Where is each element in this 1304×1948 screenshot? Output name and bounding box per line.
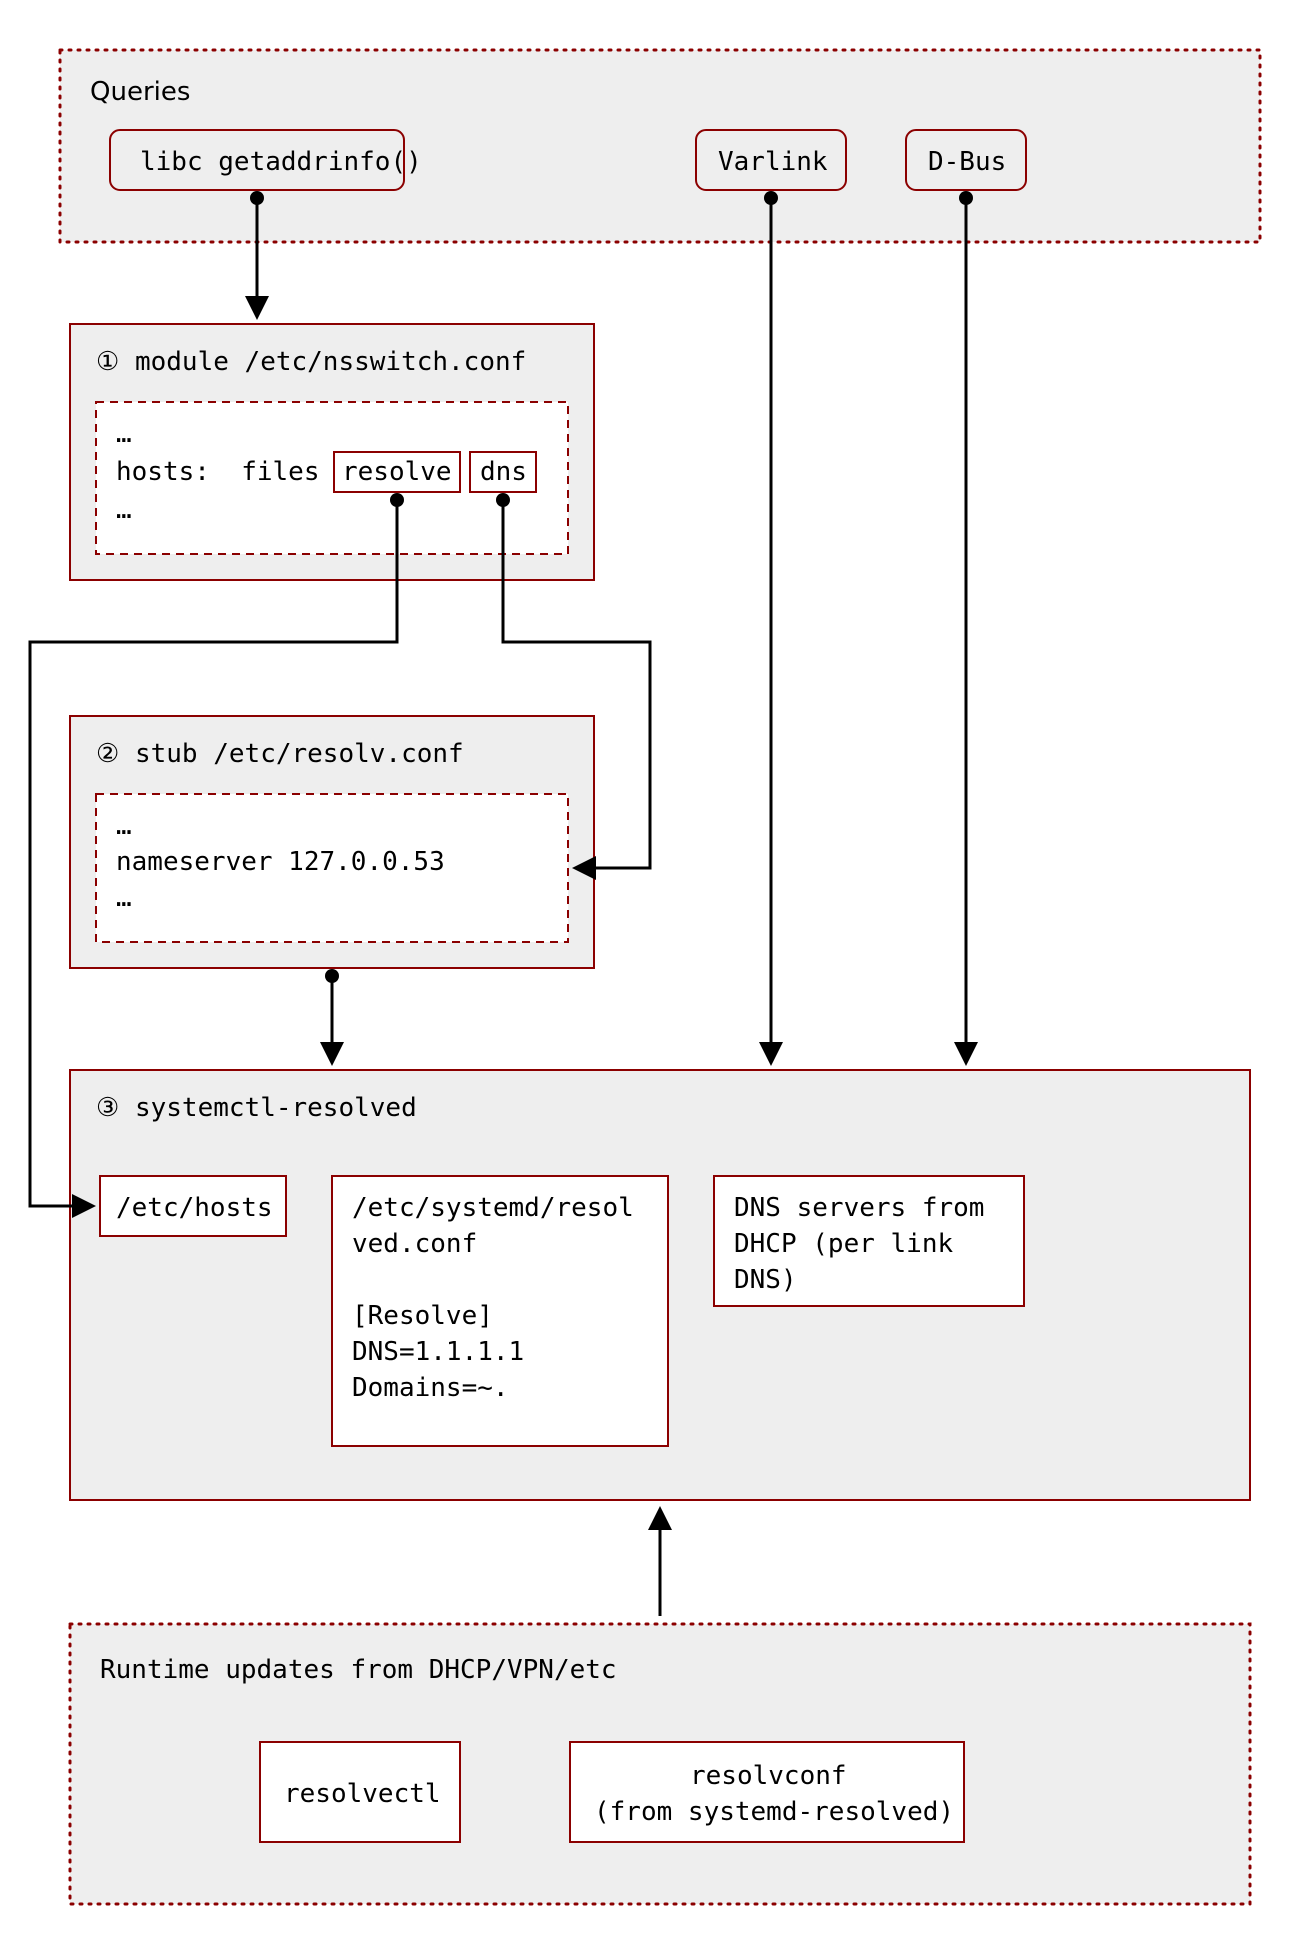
varlink-label: Varlink <box>718 147 828 177</box>
conf-l5: Domains=~. <box>352 1373 509 1403</box>
nsswitch-dns: dns <box>480 457 527 487</box>
edge-dbus-resolved <box>959 191 973 1062</box>
conf-l3: [Resolve] <box>352 1301 493 1331</box>
resolvconf-container: ② stub /etc/resolv.conf … nameserver 127… <box>70 716 594 968</box>
dhcp-l1: DNS servers from <box>734 1193 984 1223</box>
resolvconf-box <box>570 1742 964 1842</box>
resolved-title: ③ systemctl-resolved <box>96 1093 417 1123</box>
libc-label: libc getaddrinfo() <box>140 147 422 177</box>
nsswitch-l3: … <box>116 495 132 525</box>
resolvconf-l2: nameserver 127.0.0.53 <box>116 847 445 877</box>
queries-container: Queries libc getaddrinfo() Varlink D-Bus <box>60 50 1260 242</box>
conf-l1: /etc/systemd/resol <box>352 1193 634 1223</box>
dhcp-l2: DHCP (per link <box>734 1229 953 1259</box>
resolvconf-l1: resolvconf <box>690 1761 847 1791</box>
dhcp-l3: DNS) <box>734 1265 797 1295</box>
nsswitch-container: ① module /etc/nsswitch.conf … hosts: fil… <box>70 324 594 580</box>
nsswitch-l2a: hosts: files <box>116 457 335 487</box>
conf-l4: DNS=1.1.1.1 <box>352 1337 524 1367</box>
resolved-container: ③ systemctl-resolved /etc/hosts /etc/sys… <box>70 1070 1250 1500</box>
dbus-label: D-Bus <box>928 147 1006 177</box>
resolvconf-l1: … <box>116 811 132 841</box>
hosts-label: /etc/hosts <box>116 1193 273 1223</box>
resolvectl-label: resolvectl <box>284 1779 441 1809</box>
resolvconf-title: ② stub /etc/resolv.conf <box>96 739 464 769</box>
edge-varlink-resolved <box>764 191 778 1062</box>
resolvconf-l3: … <box>116 883 132 913</box>
runtime-container: Runtime updates from DHCP/VPN/etc resolv… <box>70 1624 1250 1904</box>
nsswitch-l1: … <box>116 419 132 449</box>
conf-l2: ved.conf <box>352 1229 477 1259</box>
runtime-title: Runtime updates from DHCP/VPN/etc <box>100 1655 617 1685</box>
queries-title: Queries <box>90 77 190 107</box>
nsswitch-resolve: resolve <box>342 457 452 487</box>
edge-resolvconf-resolved <box>325 969 339 1062</box>
resolvconf-l2: (from systemd-resolved) <box>594 1797 954 1827</box>
nsswitch-title: ① module /etc/nsswitch.conf <box>96 347 526 377</box>
